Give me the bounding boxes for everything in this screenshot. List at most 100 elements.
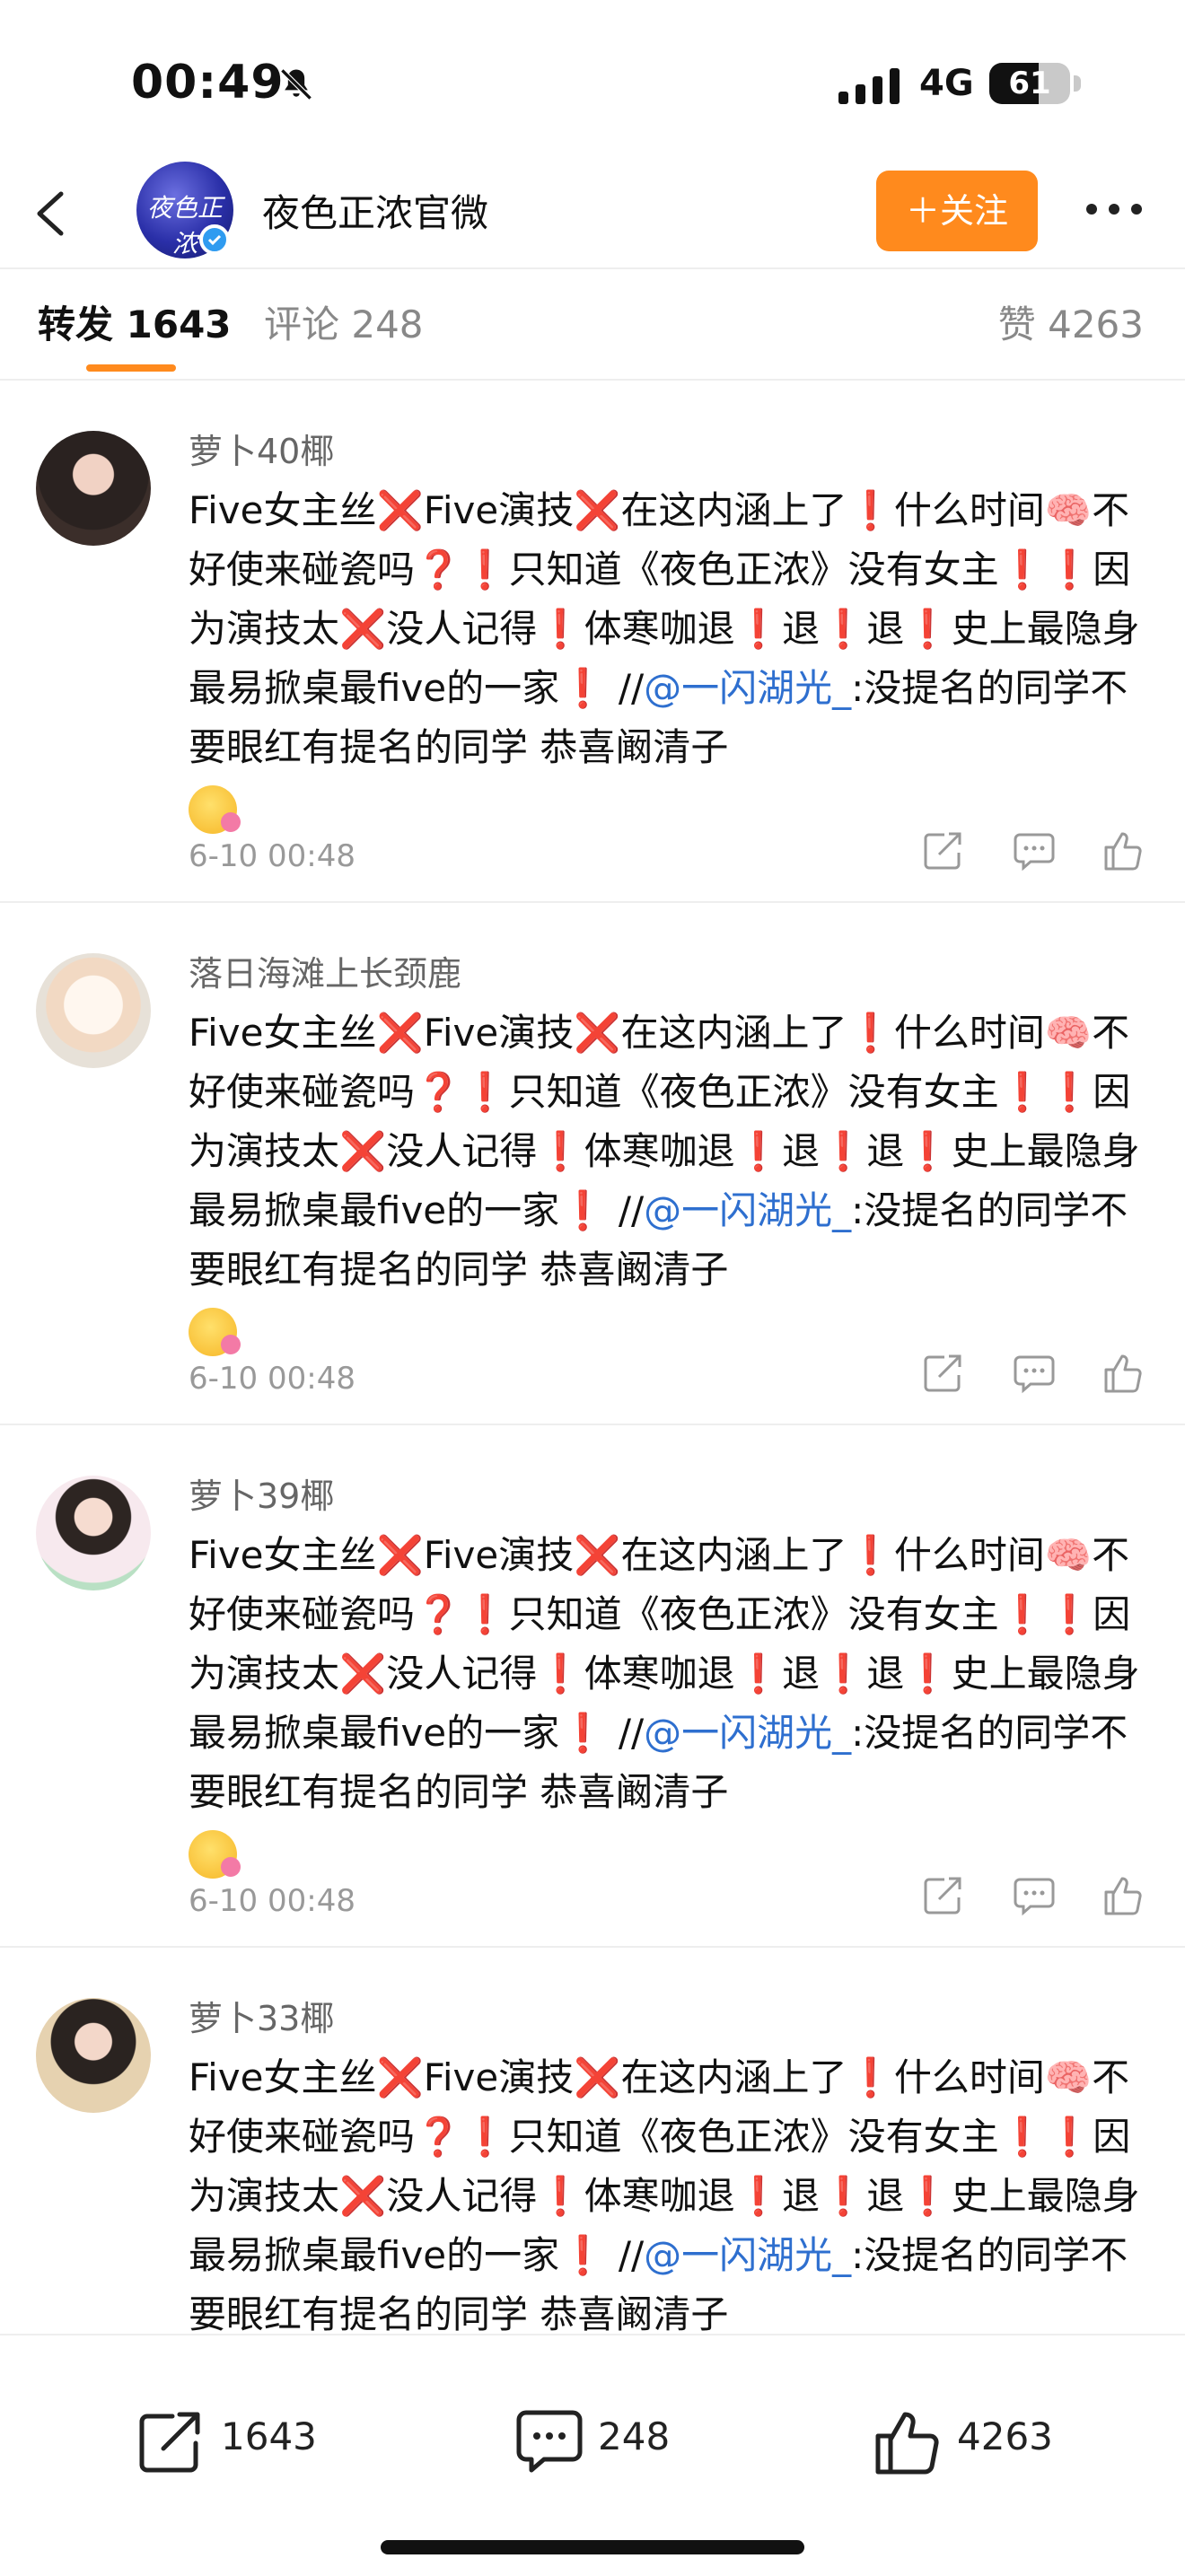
repost-item[interactable]: 萝卜39椰 Five女主丝❌Five演技❌在这内涵上了❗什么时间🧠不好使来碰瓷吗❓…	[0, 1425, 1185, 1948]
question-emoji: ❓	[415, 1070, 462, 1114]
text-segment: Five女主丝	[189, 488, 377, 532]
exclamation-emoji: ❗	[819, 607, 867, 651]
text-segment: 退	[866, 1652, 905, 1695]
text-segment: 退	[866, 607, 905, 651]
exclamation-emoji: ❗	[461, 2115, 509, 2159]
mention-link[interactable]: 光_	[794, 1711, 851, 1755]
text-segment: Five女主丝	[189, 1533, 377, 1577]
repost-item[interactable]: 落日海滩上长颈鹿 Five女主丝❌Five演技❌在这内涵上了❗什么时间🧠不好使来碰…	[0, 903, 1185, 1425]
repost-text: Five女主丝❌Five演技❌在这内涵上了❗什么时间🧠不好使来碰瓷吗❓❗只知道《…	[189, 481, 1149, 837]
exclamation-emoji: ❗	[904, 607, 952, 651]
exclamation-emoji: ❗	[537, 2174, 584, 2218]
repost-text: Five女主丝❌Five演技❌在这内涵上了❗什么时间🧠不好使来碰瓷吗❓❗只知道《…	[189, 1526, 1149, 1881]
exclamation-emoji: ❗	[734, 1652, 782, 1695]
exclamation-emoji: ❗	[847, 2055, 894, 2099]
text-segment: Five女主丝	[189, 1011, 377, 1055]
repost-item[interactable]: 萝卜33椰 Five女主丝❌Five演技❌在这内涵上了❗什么时间🧠不好使来碰瓷吗❓…	[0, 1948, 1185, 2334]
text-segment: 退	[781, 2174, 820, 2218]
question-emoji: ❓	[415, 2115, 462, 2159]
exclamation-emoji: ❗	[537, 1129, 584, 1173]
exclamation-emoji: ❗	[847, 1011, 894, 1055]
exclamation-emoji: ❗	[537, 607, 584, 651]
cross-emoji: ❌	[376, 2055, 424, 2099]
repost-icon[interactable]	[921, 829, 964, 872]
mention-link[interactable]: @一闪湖	[644, 1711, 794, 1755]
text-segment: 没人记得	[386, 2174, 538, 2218]
repost-icon	[139, 2412, 200, 2473]
brain-emoji: 🧠	[1044, 2055, 1093, 2099]
tab-comment[interactable]: 评论 248	[264, 294, 424, 349]
tab-like[interactable]: 赞 4263	[998, 294, 1144, 349]
thumbs-up-icon[interactable]	[1102, 1352, 1146, 1395]
text-segment: 体寒咖退	[584, 1652, 735, 1695]
exclamation-emoji: ❗	[1045, 2115, 1093, 2159]
username[interactable]: 萝卜33椰	[189, 1991, 334, 2040]
user-avatar[interactable]	[36, 1998, 151, 2113]
exclamation-emoji: ❗	[461, 548, 509, 591]
network-type: 4G	[919, 63, 974, 104]
account-name[interactable]: 夜色正浓官微	[262, 183, 488, 238]
exclamation-emoji: ❗	[998, 548, 1046, 591]
follow-button[interactable]: ＋关注	[876, 171, 1038, 251]
text-segment: 主	[961, 1592, 999, 1636]
exclamation-emoji: ❗	[819, 1652, 867, 1695]
text-segment: //	[618, 1188, 645, 1232]
mention-link[interactable]: @一闪湖	[644, 666, 794, 710]
exclamation-emoji: ❗	[819, 2174, 867, 2218]
repost-icon[interactable]	[921, 1874, 964, 1917]
thumbs-up-icon	[875, 2412, 939, 2475]
text-segment: 主	[961, 2115, 999, 2159]
text-segment: 什么时间	[893, 488, 1045, 532]
battery-icon: 61	[989, 63, 1070, 104]
user-avatar[interactable]	[36, 431, 151, 546]
cross-emoji: ❌	[574, 1533, 621, 1577]
user-avatar[interactable]	[36, 953, 151, 1068]
cross-emoji: ❌	[376, 1533, 424, 1577]
mention-link[interactable]: @一闪湖	[644, 2233, 794, 2277]
brain-emoji: 🧠	[1044, 1011, 1093, 1055]
repost-item[interactable]: 萝卜40椰 Five女主丝❌Five演技❌在这内涵上了❗什么时间🧠不好使来碰瓷吗❓…	[0, 381, 1185, 903]
comment-icon[interactable]	[1013, 1352, 1056, 1395]
mention-link[interactable]: @一闪湖	[644, 1188, 794, 1232]
comment-icon[interactable]	[1013, 829, 1056, 872]
username[interactable]: 萝卜39椰	[189, 1468, 334, 1518]
username[interactable]: 萝卜40椰	[189, 424, 334, 473]
brain-emoji: 🧠	[1044, 488, 1093, 532]
cross-emoji: ❌	[339, 1652, 387, 1695]
text-segment: 没人记得	[386, 607, 538, 651]
exclamation-emoji: ❗	[998, 1592, 1046, 1636]
text-segment: 只知道《夜色正浓》没有女	[508, 1592, 961, 1636]
cross-emoji: ❌	[376, 1011, 424, 1055]
text-segment: //	[618, 1711, 645, 1755]
text-segment: 退	[781, 607, 820, 651]
tab-repost[interactable]: 转发 1643	[38, 294, 232, 349]
exclamation-emoji: ❗	[559, 1711, 607, 1755]
mention-link[interactable]: 光_	[794, 666, 851, 710]
text-segment: 主	[961, 1070, 999, 1114]
username[interactable]: 落日海滩上长颈鹿	[189, 946, 461, 995]
text-segment: 主	[961, 548, 999, 591]
comment-icon	[516, 2410, 583, 2473]
comment-icon[interactable]	[1013, 1874, 1056, 1917]
more-options-icon[interactable]	[1083, 196, 1146, 223]
text-segment: 体寒咖退	[584, 2174, 735, 2218]
exclamation-emoji: ❗	[461, 1592, 509, 1636]
thumbs-up-icon[interactable]	[1102, 1874, 1146, 1917]
back-arrow-icon[interactable]	[25, 187, 79, 241]
text-segment: Five演技	[423, 488, 575, 532]
repost-icon[interactable]	[921, 1352, 964, 1395]
user-avatar[interactable]	[36, 1476, 151, 1590]
question-emoji: ❓	[415, 548, 462, 591]
exclamation-emoji: ❗	[461, 1070, 509, 1114]
repost-text: Five女主丝❌Five演技❌在这内涵上了❗什么时间🧠不好使来碰瓷吗❓❗只知道《…	[189, 2048, 1149, 2334]
mention-link[interactable]: 光_	[794, 1188, 851, 1232]
cross-emoji: ❌	[339, 2174, 387, 2218]
exclamation-emoji: ❗	[904, 2174, 952, 2218]
thumbs-up-icon[interactable]	[1102, 829, 1146, 872]
exclamation-emoji: ❗	[1045, 1070, 1093, 1114]
header: 夜色正浓 夜色正浓官微 ＋关注	[0, 162, 1185, 269]
text-segment: Five女主丝	[189, 2055, 377, 2099]
mention-link[interactable]: 光_	[794, 2233, 851, 2277]
bottom-action-bar: 1643 248 4263	[0, 2334, 1185, 2576]
text-segment: 没人记得	[386, 1652, 538, 1695]
